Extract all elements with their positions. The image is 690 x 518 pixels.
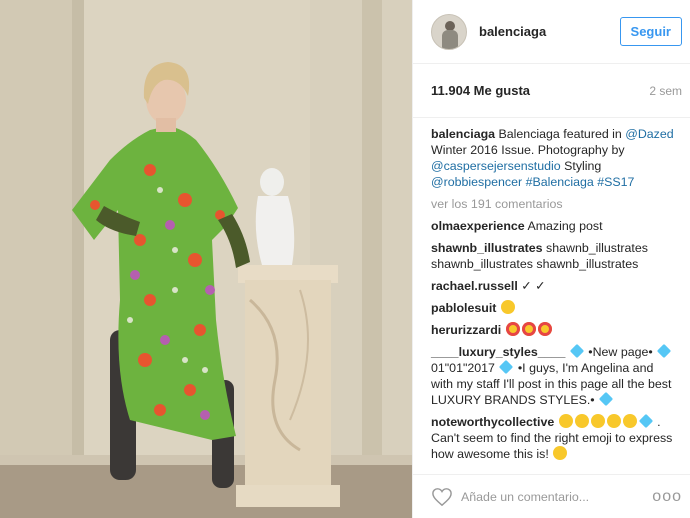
smile-emoji-icon <box>558 414 573 428</box>
emoji-icon <box>574 414 589 428</box>
likes-count[interactable]: 11.904 Me gusta <box>431 83 649 98</box>
emoji-icon <box>606 414 621 428</box>
post-side-panel: balenciaga Seguir 11.904 Me gusta 2 sem … <box>412 0 690 518</box>
view-comments-link[interactable]: ver los 191 comentarios <box>431 196 678 212</box>
comment-username[interactable]: olmaexperience <box>431 219 525 233</box>
smile-emoji-icon <box>553 446 568 460</box>
hashtag-link[interactable]: #SS17 <box>597 175 634 189</box>
emoji-icon <box>590 414 605 428</box>
add-comment-input[interactable] <box>461 489 653 504</box>
comment-username[interactable]: shawnb_illustrates <box>431 241 543 255</box>
avatar[interactable] <box>431 13 467 50</box>
mention-link[interactable]: @caspersejersenstudio <box>431 159 561 173</box>
comment-text: Amazing post <box>527 219 603 233</box>
list-item: noteworthycollective . Can't seem to fin… <box>431 413 678 462</box>
heart-icon[interactable] <box>431 487 453 507</box>
emoji-icon <box>622 414 637 428</box>
follow-button[interactable]: Seguir <box>619 17 682 46</box>
comment-username[interactable]: pablolesuit <box>431 301 496 315</box>
heart-eyes-emoji-icon <box>505 322 520 336</box>
list-item: pablolesuit <box>431 300 678 316</box>
post-photo[interactable] <box>0 0 412 518</box>
comment-text: ✓ ✓ <box>521 279 546 293</box>
list-item: ____luxury_styles____ •New page• 01"01"2… <box>431 343 678 408</box>
post-username[interactable]: balenciaga <box>479 24 620 39</box>
post-photo-illustration <box>0 0 412 518</box>
caption: balenciaga Balenciaga featured in @Dazed… <box>431 126 678 190</box>
grin-emoji-icon <box>500 300 515 314</box>
emoji-icon <box>638 413 653 429</box>
list-item: rachael.russell ✓ ✓ <box>431 278 678 294</box>
comment-text: 01"01"2017 <box>431 361 495 375</box>
list-item: shawnb_illustrates shawnb_illustrates sh… <box>431 240 678 272</box>
comment-username[interactable]: herurizzardi <box>431 323 501 337</box>
comment-text: •New page• <box>588 345 653 359</box>
mention-link[interactable]: @robbiespencer <box>431 175 522 189</box>
comment-username[interactable]: ____luxury_styles____ <box>431 345 565 359</box>
avatar-body-shape <box>442 29 458 49</box>
comment-username[interactable]: rachael.russell <box>431 279 518 293</box>
list-item: olmaexperience Amazing post <box>431 218 678 234</box>
mention-link[interactable]: @Dazed <box>625 127 673 141</box>
caption-text: Balenciaga featured in <box>498 127 622 141</box>
comment-username[interactable]: noteworthycollective <box>431 415 554 429</box>
heart-eyes-emoji-icon <box>521 322 536 336</box>
post-header: balenciaga Seguir <box>413 0 690 64</box>
comment-footer: ooo <box>413 474 690 518</box>
gem-emoji-icon <box>598 391 614 407</box>
gem-emoji-icon <box>499 359 514 375</box>
heart-eyes-emoji-icon <box>537 322 552 336</box>
gem-emoji-icon <box>569 343 584 359</box>
caption-username[interactable]: balenciaga <box>431 127 495 141</box>
post-time[interactable]: 2 sem <box>649 84 682 98</box>
comments-list: balenciaga Balenciaga featured in @Dazed… <box>413 118 690 474</box>
post-meta: 11.904 Me gusta 2 sem <box>413 64 690 118</box>
caption-text: Styling <box>564 159 602 173</box>
more-options-icon[interactable]: ooo <box>652 488 682 506</box>
list-item: herurizzardi <box>431 322 678 338</box>
hashtag-link[interactable]: #Balenciaga <box>526 175 594 189</box>
gem-emoji-icon <box>657 343 672 359</box>
caption-text: Winter 2016 Issue. Photography by <box>431 143 625 157</box>
